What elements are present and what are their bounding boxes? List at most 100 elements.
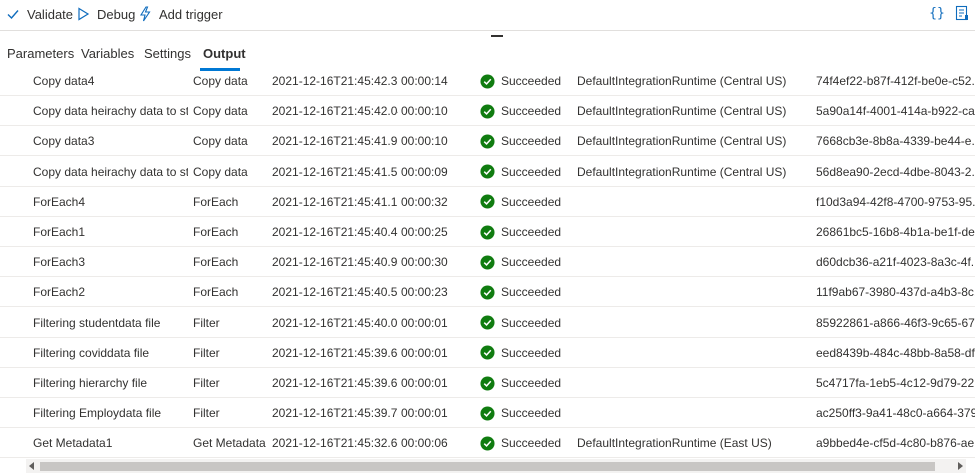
table-row[interactable]: Copy data3 Copy data 2021-12-16T21:45:41.9… <box>0 126 975 157</box>
table-row[interactable]: Filtering Employdata file Filter 2021-12-1… <box>0 398 975 429</box>
integration-runtime-cell: DefaultIntegrationRuntime (Central US) <box>577 134 787 149</box>
run-start-cell: 2021-12-16T21:45:41.574 <box>272 164 398 179</box>
activity-name-cell: Filtering Employdata file <box>33 406 162 421</box>
table-row[interactable]: Copy data heirachy data to stg Copy data 2… <box>0 157 975 187</box>
debug-label: Debug <box>97 6 136 22</box>
success-check-icon <box>480 368 496 398</box>
duration-cell: 00:00:14 <box>401 74 448 88</box>
status-cell: Succeeded <box>501 225 562 239</box>
add-trigger-button[interactable]: Add trigger <box>137 0 223 28</box>
run-id-cell: ac250ff3-9a41-48c0-a664-379... <box>816 406 975 421</box>
activity-type-cell: Filter <box>193 376 220 390</box>
integration-runtime-cell <box>577 308 807 338</box>
resize-grip[interactable] <box>491 35 503 37</box>
activity-type-cell: Copy data <box>193 164 248 179</box>
table-row[interactable]: Copy data heirachy data to stg Copy data 2… <box>0 96 975 127</box>
checkmark-icon <box>5 6 21 22</box>
table-row[interactable]: Get Metadata1 Get Metadata 2021-12-16T21:4… <box>0 428 975 459</box>
validate-button[interactable]: Validate <box>5 0 73 28</box>
status-cell: Succeeded <box>501 285 562 300</box>
status-cell: Succeeded <box>501 255 562 270</box>
success-check-icon <box>480 338 496 368</box>
integration-runtime-cell <box>577 368 807 398</box>
success-check-icon <box>480 277 496 307</box>
table-row[interactable]: ForEach4 ForEach 2021-12-16T21:45:41.167 00… <box>0 187 975 217</box>
activity-name-cell: Copy data3 <box>33 134 95 149</box>
duration-cell: 00:00:30 <box>401 255 448 270</box>
scroll-left-arrow-icon[interactable] <box>29 462 34 470</box>
run-start-cell: 2021-12-16T21:45:41.922 <box>272 134 398 149</box>
run-id-cell: 56d8ea90-2ecd-4dbe-8043-2... <box>816 164 975 179</box>
activity-name-cell: ForEach4 <box>33 194 86 209</box>
duration-cell: 00:00:01 <box>401 406 448 421</box>
run-id-cell: a9bbed4e-cf5d-4c80-b876-ae... <box>816 436 975 451</box>
run-start-cell: 2021-12-16T21:45:32.682 <box>272 436 398 451</box>
toolbar: Validate Debug Add trigger {} <box>0 0 975 28</box>
debug-button[interactable]: Debug <box>75 0 135 28</box>
duration-cell: 00:00:01 <box>401 315 448 330</box>
run-start-cell: 2021-12-16T21:45:42.323 <box>272 74 398 88</box>
properties-icon[interactable] <box>953 4 971 22</box>
status-cell: Succeeded <box>501 436 562 451</box>
status-cell: Succeeded <box>501 315 562 330</box>
integration-runtime-cell: DefaultIntegrationRuntime (Central US) <box>577 74 787 88</box>
activity-name-cell: Copy data heirachy data to stg <box>33 164 188 179</box>
activity-name-cell: ForEach2 <box>33 285 86 300</box>
run-id-cell: 85922861-a866-46f3-9c65-67... <box>816 315 975 330</box>
scrollbar-thumb[interactable] <box>40 462 935 471</box>
activity-name-cell: Copy data4 <box>33 74 95 88</box>
validate-label: Validate <box>27 6 74 22</box>
integration-runtime-cell <box>577 338 807 368</box>
activity-type-cell: Filter <box>193 406 220 421</box>
toolbar-divider <box>0 30 975 31</box>
run-start-cell: 2021-12-16T21:45:40.559 <box>272 285 398 300</box>
run-id-cell: 5c4717fa-1eb5-4c12-9d79-22... <box>816 376 975 390</box>
duration-cell: 00:00:32 <box>401 194 448 209</box>
activity-name-cell: ForEach3 <box>33 255 86 270</box>
duration-cell: 00:00:09 <box>401 164 448 179</box>
integration-runtime-cell: DefaultIntegrationRuntime (Central US) <box>577 104 787 119</box>
status-cell: Succeeded <box>501 376 562 390</box>
run-id-cell: f10d3a94-42f8-4700-9753-95... <box>816 194 975 209</box>
table-row[interactable]: ForEach3 ForEach 2021-12-16T21:45:40.985 00… <box>0 247 975 278</box>
run-start-cell: 2021-12-16T21:45:39.699 <box>272 376 398 390</box>
scroll-right-arrow-icon[interactable] <box>958 462 963 470</box>
success-check-icon <box>480 308 496 338</box>
success-check-icon <box>480 398 496 428</box>
activity-type-cell: Get Metadata <box>193 436 266 451</box>
run-id-cell: 11f9ab67-3980-437d-a4b3-8c... <box>816 285 975 300</box>
activity-type-cell: Copy data <box>193 74 248 88</box>
status-cell: Succeeded <box>501 194 562 209</box>
table-row[interactable]: Filtering studentdata file Filter 2021-12-… <box>0 308 975 338</box>
integration-runtime-cell <box>577 217 807 247</box>
status-cell: Succeeded <box>501 134 562 149</box>
integration-runtime-cell <box>577 277 807 307</box>
code-icon[interactable]: {} <box>928 4 946 22</box>
table-row[interactable]: Filtering hierarchy file Filter 2021-12-16… <box>0 368 975 398</box>
status-cell: Succeeded <box>501 345 562 360</box>
table-row[interactable]: Copy data4 Copy data 2021-12-16T21:45:42.3… <box>0 66 975 96</box>
status-cell: Succeeded <box>501 104 562 119</box>
table-row[interactable]: Filtering coviddata file Filter 2021-12-16… <box>0 338 975 368</box>
activity-type-cell: Filter <box>193 345 220 360</box>
activity-type-cell: ForEach <box>193 255 239 270</box>
run-start-cell: 2021-12-16T21:45:40.985 <box>272 255 398 270</box>
run-id-cell: 7668cb3e-8b8a-4339-be44-e... <box>816 134 975 149</box>
success-check-icon <box>480 247 496 277</box>
lightning-icon <box>137 6 153 22</box>
duration-cell: 00:00:23 <box>401 285 448 300</box>
success-check-icon <box>480 217 496 247</box>
table-row[interactable]: ForEach2 ForEach 2021-12-16T21:45:40.559 00… <box>0 277 975 308</box>
play-icon <box>75 6 91 22</box>
activity-type-cell: Filter <box>193 315 220 330</box>
horizontal-scrollbar[interactable] <box>26 459 966 473</box>
activity-type-cell: Copy data <box>193 104 248 119</box>
run-id-cell: eed8439b-484c-48bb-8a58-df... <box>816 345 975 360</box>
run-start-cell: 2021-12-16T21:45:40.480 <box>272 225 398 239</box>
activity-name-cell: Filtering hierarchy file <box>33 376 148 390</box>
activity-type-cell: Copy data <box>193 134 248 149</box>
table-row[interactable]: ForEach1 ForEach 2021-12-16T21:45:40.480 00… <box>0 217 975 247</box>
success-check-icon <box>480 428 496 458</box>
success-check-icon <box>480 66 496 96</box>
integration-runtime-cell: DefaultIntegrationRuntime (Central US) <box>577 164 787 179</box>
